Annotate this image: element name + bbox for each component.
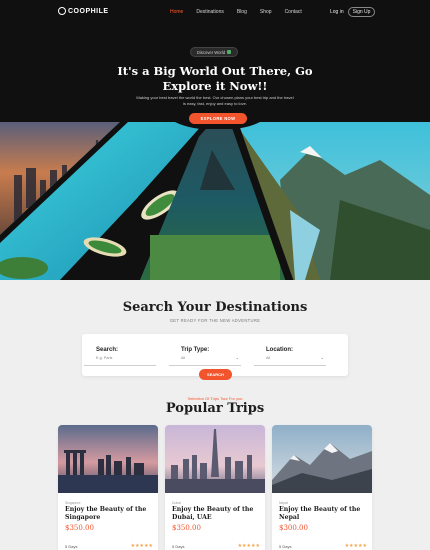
trip-type-value: All bbox=[181, 356, 186, 360]
trip-card-singapore[interactable]: Singapore Enjoy the Beauty of the Singap… bbox=[58, 425, 158, 550]
discover-badge: Discover World bbox=[190, 47, 238, 57]
nav-link-shop[interactable]: Shop bbox=[260, 9, 272, 15]
nav-link-home[interactable]: Home bbox=[170, 9, 183, 15]
trip-type-label: Trip Type: bbox=[181, 347, 210, 353]
logo-icon bbox=[58, 7, 66, 15]
location-select[interactable]: Location: All ⌄ bbox=[254, 342, 326, 366]
location-value: All bbox=[266, 356, 271, 360]
trip-image-nepal bbox=[272, 425, 372, 493]
rating-stars-icon: ★★★★★ bbox=[237, 543, 260, 549]
rating-stars-icon: ★★★★★ bbox=[130, 543, 153, 549]
trip-title[interactable]: Enjoy the Beauty of the Nepal bbox=[279, 506, 369, 522]
top-nav: COOPHILE Home Destinations Blog Shop Con… bbox=[0, 0, 430, 24]
location-label: Location: bbox=[266, 347, 293, 353]
hero-section: COOPHILE Home Destinations Blog Shop Con… bbox=[0, 0, 430, 285]
auth-links: Log in Sign Up bbox=[330, 7, 376, 17]
login-link[interactable]: Log in bbox=[330, 9, 344, 15]
trip-location: Nepal bbox=[279, 501, 288, 505]
nav-link-blog[interactable]: Blog bbox=[237, 9, 247, 15]
nav-links: Home Destinations Blog Shop Contact bbox=[170, 9, 302, 15]
nav-link-contact[interactable]: Contact bbox=[285, 9, 302, 15]
badge-label: Discover World bbox=[196, 49, 226, 55]
signup-button[interactable]: Sign Up bbox=[347, 7, 376, 17]
search-section-title: Search Your Destinations bbox=[122, 300, 308, 315]
trip-title[interactable]: Enjoy the Beauty of the Singapore bbox=[65, 506, 155, 522]
search-field[interactable]: Search: E.g. Paris bbox=[84, 342, 156, 366]
search-field-label: Search: bbox=[96, 347, 119, 353]
trip-price: $350.00 bbox=[65, 524, 94, 532]
rating-stars-icon: ★★★★★ bbox=[344, 543, 367, 549]
trip-price: $300.00 bbox=[279, 524, 308, 532]
hero-collage bbox=[0, 0, 430, 285]
trip-price: $350.00 bbox=[172, 524, 201, 532]
trip-card-dubai[interactable]: Dubai Enjoy the Beauty of the Dubai, UAE… bbox=[165, 425, 265, 550]
hero-title: It's a Big World Out There, Go Explore i… bbox=[117, 64, 313, 93]
chevron-down-icon: ⌄ bbox=[235, 355, 239, 360]
trip-image-dubai bbox=[165, 425, 265, 493]
search-field-value[interactable]: E.g. Paris bbox=[96, 356, 112, 360]
trip-type-select[interactable]: Trip Type: All ⌄ bbox=[169, 342, 241, 366]
trip-image-singapore bbox=[58, 425, 158, 493]
globe-icon bbox=[227, 50, 232, 54]
search-button[interactable]: SEARCH bbox=[199, 369, 232, 380]
nav-link-destinations[interactable]: Destinations bbox=[196, 9, 224, 15]
hero-subtitle: Making your best travel the world the be… bbox=[136, 95, 294, 106]
logo-text: COOPHILE bbox=[68, 7, 109, 15]
trip-location: Singapore bbox=[65, 501, 81, 505]
trip-title[interactable]: Enjoy the Beauty of the Dubai, UAE bbox=[172, 506, 262, 522]
logo[interactable]: COOPHILE bbox=[58, 7, 109, 15]
chevron-down-icon: ⌄ bbox=[320, 355, 324, 360]
popular-title: Popular Trips bbox=[165, 401, 265, 416]
search-section-subtitle: GET READY FOR THE NEW ADVENTURE bbox=[169, 318, 261, 323]
explore-now-button[interactable]: EXPLORE NOW bbox=[189, 113, 247, 124]
trip-card-nepal[interactable]: Nepal Enjoy the Beauty of the Nepal $300… bbox=[272, 425, 372, 550]
trip-location: Dubai bbox=[172, 501, 181, 505]
